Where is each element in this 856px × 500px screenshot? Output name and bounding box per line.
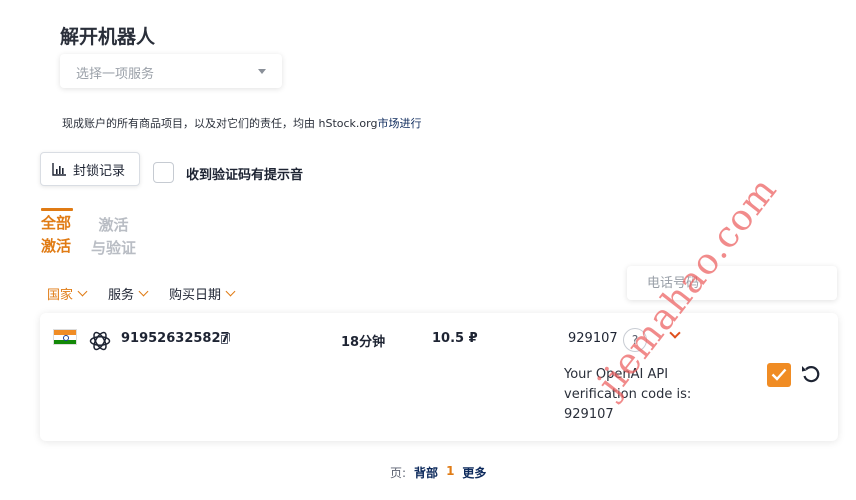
refresh-icon[interactable] (800, 363, 822, 385)
phone-number: 919526325827 (121, 331, 230, 346)
tab-activation-verification[interactable]: 激活 与验证 (91, 214, 136, 260)
tab-all-activations[interactable]: 全部 激活 (41, 208, 73, 258)
sound-alert-checkbox[interactable] (153, 162, 174, 183)
india-flag-icon (53, 329, 77, 345)
service-select-placeholder: 选择一项服务 (76, 67, 155, 82)
filter-country-label: 国家 (47, 288, 74, 303)
disclaimer: 现成账户的所有商品项目，以及对它们的责任，均由 hStock.org市场进行 (62, 115, 421, 131)
filter-date-label: 购买日期 (169, 288, 222, 303)
chevron-down-icon (258, 69, 266, 74)
chevron-down-icon (138, 286, 149, 297)
tab-act-line2: 与验证 (91, 239, 137, 257)
filter-service[interactable]: 服务 (108, 284, 149, 303)
block-history-label: 封锁记录 (73, 163, 126, 179)
sound-alert-label: 收到验证码有提示音 (186, 168, 304, 183)
completed-checkbox[interactable] (767, 363, 791, 387)
chevron-down-icon (77, 286, 88, 297)
page-title: 解开机器人 (60, 26, 156, 48)
order-card: 919526325827 18分钟 10.5 ₽ 929107 ? Your O… (40, 313, 838, 441)
pagination-prev[interactable]: 背部 (414, 464, 438, 481)
pagination-current[interactable]: 1 (446, 464, 454, 481)
bar-chart-icon (52, 162, 66, 176)
openai-icon (89, 331, 111, 351)
order-duration: 18分钟 (341, 335, 386, 350)
market-link[interactable]: 市场进行 (377, 117, 421, 130)
pagination-next[interactable]: 更多 (462, 464, 486, 481)
verification-code: 929107 (568, 331, 618, 346)
tab-all-line2: 激活 (41, 237, 72, 255)
copy-icon[interactable] (221, 333, 230, 344)
active-tab-indicator (41, 208, 73, 211)
chevron-down-icon (225, 286, 236, 297)
order-price: 10.5 ₽ (432, 331, 478, 346)
tab-all-line1: 全部 (41, 214, 72, 232)
pagination: 页: 背部 1 更多 (390, 464, 486, 481)
service-select[interactable]: 选择一项服务 (60, 54, 282, 88)
filter-service-label: 服务 (108, 288, 135, 303)
disclaimer-text: 现成账户的所有商品项目，以及对它们的责任，均由 hStock.org (62, 117, 378, 130)
checkmark-icon (771, 368, 787, 381)
pagination-label: 页: (390, 466, 407, 480)
filter-country[interactable]: 国家 (47, 284, 88, 303)
tab-act-line1: 激活 (98, 216, 129, 234)
block-history-button[interactable]: 封锁记录 (40, 152, 140, 186)
filter-purchase-date[interactable]: 购买日期 (169, 284, 236, 303)
